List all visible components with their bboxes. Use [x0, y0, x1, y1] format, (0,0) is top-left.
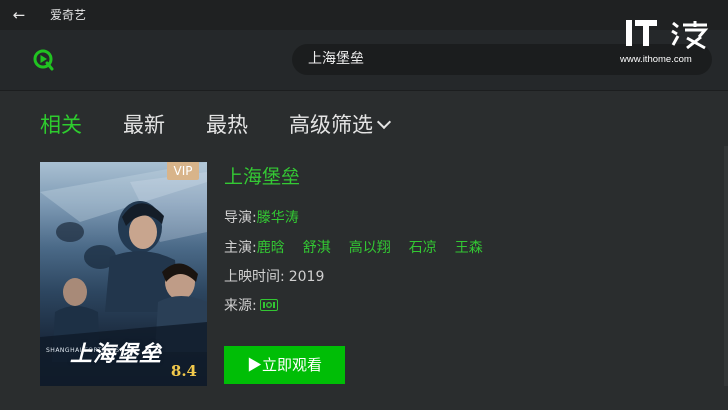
watermark-url: www.ithome.com [620, 54, 692, 65]
iqiyi-logo-icon[interactable] [32, 48, 56, 72]
tab-related[interactable]: 相关 [40, 108, 82, 142]
director-label: 导演: [224, 210, 257, 226]
movie-title[interactable]: 上海堡垒 [224, 164, 300, 190]
tab-latest[interactable]: 最新 [123, 108, 165, 142]
rating-score: 8.4 [170, 362, 197, 380]
chevron-down-icon [376, 114, 392, 130]
title-bar: ← 爱奇艺 [0, 0, 728, 30]
vip-badge: VIP [167, 162, 199, 180]
tab-hottest[interactable]: 最热 [206, 108, 248, 142]
search-query-text: 上海堡垒 [308, 51, 364, 67]
release-year: 2019 [288, 269, 325, 285]
cast-link[interactable]: 石凉 [409, 240, 437, 256]
watch-now-button[interactable]: ▶立即观看 [224, 346, 345, 384]
cast-row: 主演:鹿晗 舒淇 高以翔 石凉 王森 [224, 238, 483, 258]
cast-link[interactable]: 王森 [455, 240, 483, 256]
poster-title-art: 上海堡垒 [70, 342, 163, 367]
iqiyi-source-icon[interactable] [259, 299, 278, 311]
cast-link[interactable]: 舒淇 [303, 240, 331, 256]
movie-poster[interactable]: VIP SHANGHAI FORTRESS 上海堡垒 8.4 [40, 162, 207, 386]
director-link[interactable]: 滕华涛 [257, 210, 299, 226]
ithome-watermark: www.ithome.com [620, 17, 720, 67]
release-label: 上映时间: [224, 269, 285, 285]
cast-link[interactable]: 鹿晗 [257, 240, 285, 256]
back-arrow-icon[interactable]: ← [10, 6, 28, 24]
scrollbar[interactable] [724, 146, 728, 386]
ithome-logo-icon [626, 20, 709, 50]
cast-link[interactable]: 高以翔 [349, 240, 391, 256]
release-row: 上映时间: 2019 [224, 267, 324, 287]
tab-advanced-filter-label: 高级筛选 [289, 113, 373, 137]
director-row: 导演:滕华涛 [224, 208, 299, 228]
source-row: 来源: [224, 296, 278, 316]
tab-advanced-filter[interactable]: 高级筛选 [289, 108, 392, 142]
cast-label: 主演: [224, 240, 257, 256]
window-title: 爱奇艺 [50, 8, 87, 22]
source-label: 来源: [224, 298, 257, 314]
